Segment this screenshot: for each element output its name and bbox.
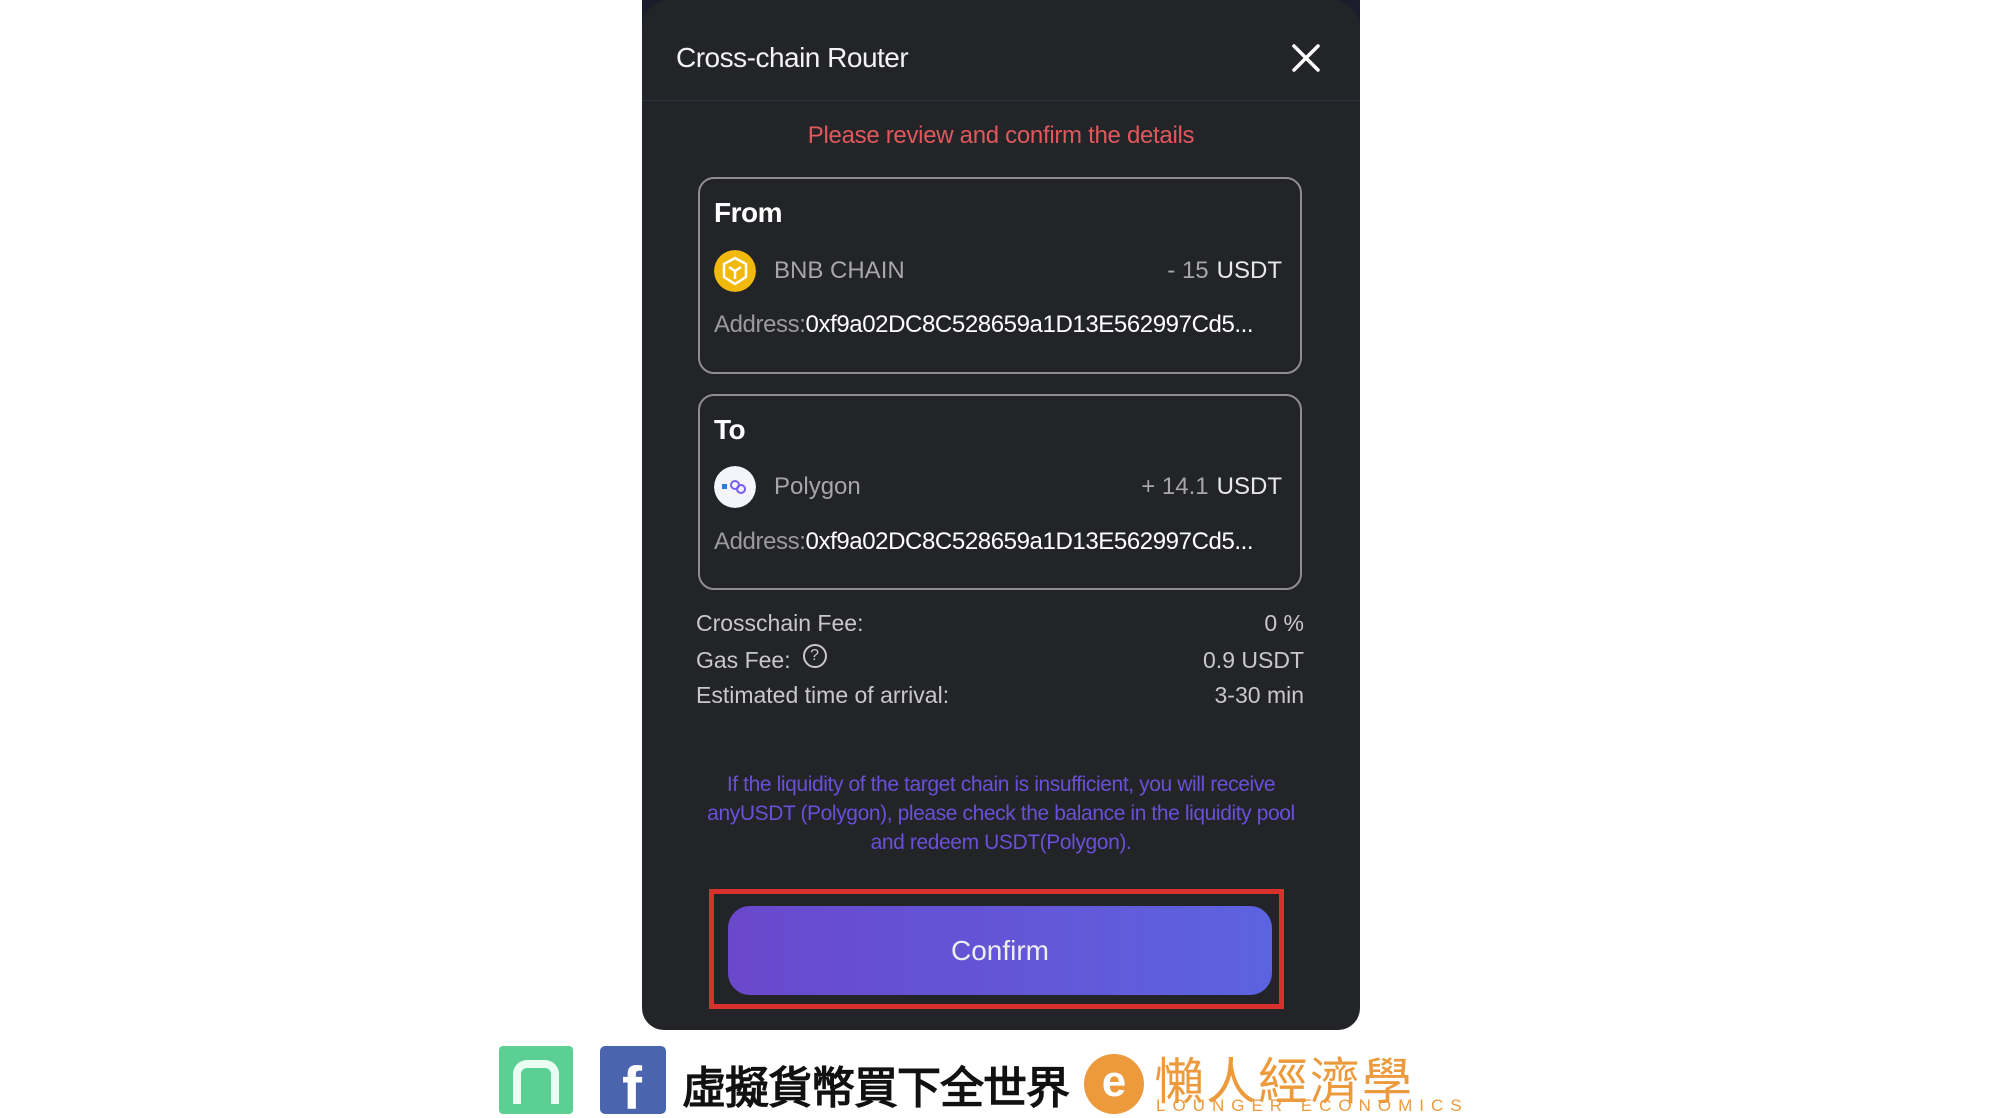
header-divider bbox=[642, 100, 1360, 101]
close-icon[interactable] bbox=[1288, 40, 1324, 76]
liquidity-note: If the liquidity of the target chain is … bbox=[707, 773, 1295, 854]
footer-banner: f 虛擬貨幣買下全世界 e 懶人經濟學 LOUNGER ECONOMICS bbox=[0, 1046, 2000, 1115]
fee-value: 3-30 min bbox=[1214, 682, 1304, 708]
to-label: To bbox=[714, 414, 746, 445]
crosschain-fee-row: Crosschain Fee: 0 % bbox=[696, 610, 1304, 637]
to-amount: + 14.1 USDT bbox=[1141, 473, 1282, 501]
app-logo-icon bbox=[499, 1046, 573, 1114]
confirm-button[interactable]: Confirm bbox=[728, 906, 1272, 995]
from-address-value: 0xf9a02DC8C528659a1D13E562997Cd5... bbox=[805, 311, 1254, 338]
gas-fee-row: Gas Fee:? 0.9 USDT bbox=[696, 643, 1304, 674]
to-card: To Polygon + 14.1 USDT Address:0xf9a02DC8… bbox=[698, 394, 1302, 590]
polygon-icon bbox=[714, 466, 756, 508]
brand-name-en: LOUNGER ECONOMICS bbox=[1156, 1096, 1469, 1115]
help-icon[interactable]: ? bbox=[802, 643, 827, 668]
bnb-chain-icon bbox=[714, 250, 756, 292]
eta-row: Estimated time of arrival: 3-30 min bbox=[696, 682, 1304, 709]
from-chain-name: BNB CHAIN bbox=[774, 257, 905, 284]
to-address: Address:0xf9a02DC8C528659a1D13E562997Cd5… bbox=[714, 528, 1254, 556]
from-amount-value: - 15 bbox=[1167, 257, 1209, 284]
modal-title: Cross-chain Router bbox=[676, 42, 909, 73]
review-warning: Please review and confirm the details bbox=[807, 122, 1195, 149]
fee-label: Gas Fee: bbox=[696, 647, 791, 673]
to-amount-value: + 14.1 bbox=[1141, 473, 1209, 500]
from-amount: - 15 USDT bbox=[1167, 257, 1282, 285]
to-address-value: 0xf9a02DC8C528659a1D13E562997Cd5... bbox=[805, 528, 1254, 555]
fee-value: 0 % bbox=[1264, 610, 1304, 636]
fee-label: Crosschain Fee: bbox=[696, 610, 864, 636]
to-chain-name: Polygon bbox=[774, 473, 861, 500]
facebook-icon: f bbox=[600, 1046, 666, 1114]
address-label: Address: bbox=[714, 311, 806, 338]
brand-logo-icon: e bbox=[1084, 1054, 1144, 1114]
from-label: From bbox=[714, 197, 783, 228]
to-amount-unit: USDT bbox=[1216, 473, 1282, 500]
fee-label: Estimated time of arrival: bbox=[696, 682, 950, 708]
cross-chain-router-modal: Cross-chain Router Please review and con… bbox=[642, 0, 1360, 1030]
from-card: From BNB CHAIN - 15 USDT Address:0xf9a02D… bbox=[698, 177, 1302, 374]
address-label: Address: bbox=[714, 528, 806, 555]
fee-value: 0.9 USDT bbox=[1203, 647, 1304, 673]
from-amount-unit: USDT bbox=[1216, 257, 1282, 284]
from-address: Address:0xf9a02DC8C528659a1D13E562997Cd5… bbox=[714, 311, 1254, 339]
footer-slogan: 虛擬貨幣買下全世界 bbox=[682, 1064, 1070, 1113]
